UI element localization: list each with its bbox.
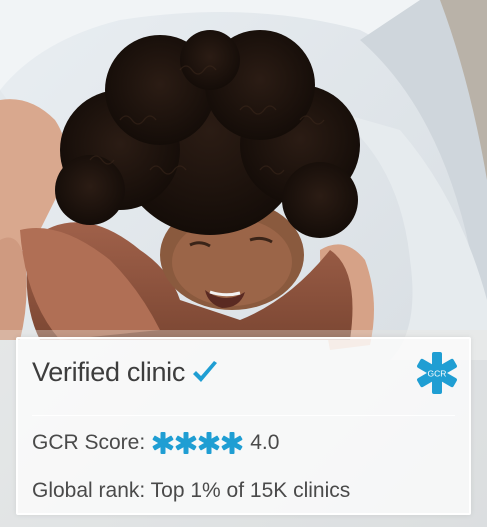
card-title: Verified clinic	[32, 357, 186, 387]
gcr-logo-icon: GCR	[415, 351, 459, 395]
asterisk-star-icon	[221, 432, 243, 454]
score-label: GCR Score:	[32, 431, 146, 454]
asterisk-star-icon	[152, 432, 174, 454]
verified-clinic-card: Verified clinic GCR GCR Score: 4.0 Globa…	[16, 337, 471, 515]
rating-stars	[152, 432, 243, 454]
card-title-row: Verified clinic	[32, 357, 219, 388]
check-icon	[191, 360, 219, 386]
gcr-logo-text: GCR	[428, 369, 447, 379]
asterisk-star-icon	[175, 432, 197, 454]
score-value: 4.0	[250, 431, 280, 454]
score-row: GCR Score: 4.0	[32, 431, 279, 455]
asterisk-star-icon	[198, 432, 220, 454]
card-divider	[32, 415, 455, 416]
global-rank-text: Global rank: Top 1% of 15K clinics	[32, 479, 351, 502]
